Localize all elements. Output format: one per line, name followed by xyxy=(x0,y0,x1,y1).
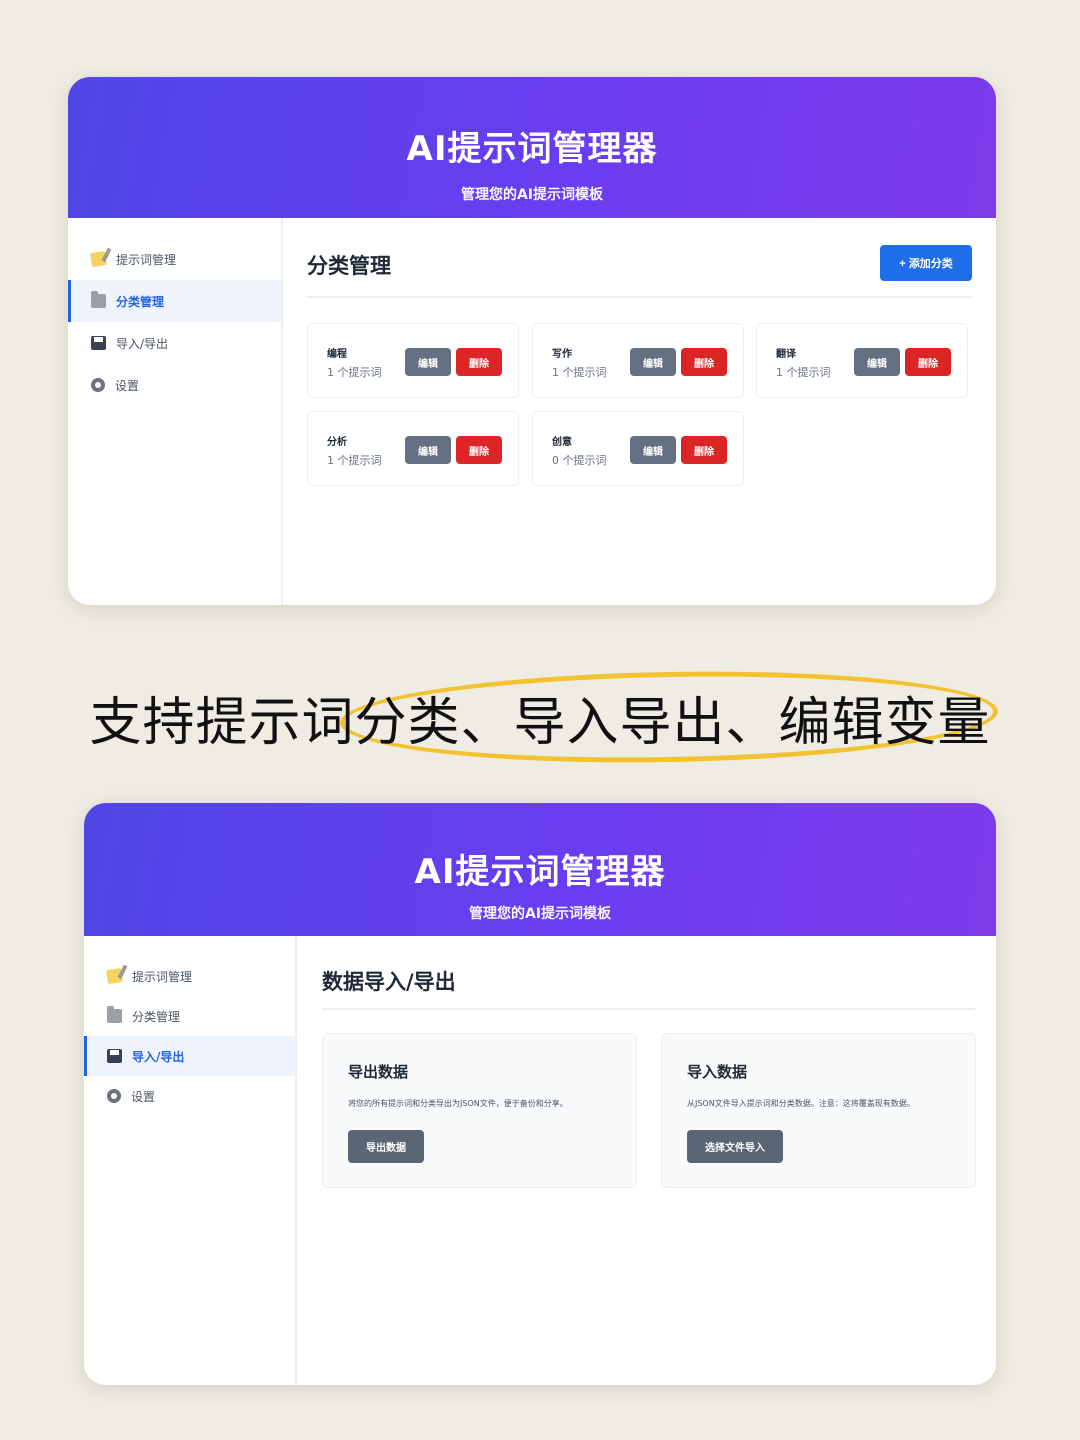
sidebar-item-settings[interactable]: 设置 xyxy=(68,364,281,406)
section-header: 数据导入/导出 xyxy=(322,936,975,1010)
sidebar-item-label: 设置 xyxy=(131,1089,156,1104)
sidebar-item-label: 提示词管理 xyxy=(116,252,177,267)
caption-text: 支持提示词分类、导入导出、编辑变量 xyxy=(89,693,991,753)
sidebar: 提示词管理 分类管理 导入/导出 设置 xyxy=(84,936,297,1385)
app-body: 提示词管理 分类管理 导入/导出 设置 数据导入/导出 导出数据 将您的所有提示… xyxy=(84,936,996,1385)
app-body: 提示词管理 分类管理 导入/导出 设置 分类管理 + 添加分类 编程 1 个提示… xyxy=(68,218,996,605)
import-description: 从JSON文件导入提示词和分类数据。注意：这将覆盖现有数据。 xyxy=(687,1099,915,1108)
sidebar-item-settings[interactable]: 设置 xyxy=(84,1076,295,1116)
edit-button[interactable]: 编辑 xyxy=(854,348,900,376)
page-title: 数据导入/导出 xyxy=(322,970,456,994)
import-title: 导入数据 xyxy=(687,1063,748,1081)
import-file-button[interactable]: 选择文件导入 xyxy=(687,1130,783,1163)
main-content: 分类管理 + 添加分类 编程 1 个提示词 编辑 删除 写作 1 个提示词 编辑… xyxy=(283,218,996,605)
category-name: 翻译 xyxy=(776,349,796,360)
sidebar-item-label: 导入/导出 xyxy=(132,1049,185,1064)
screenshot-import-export: AI提示词管理器 管理您的AI提示词模板 提示词管理 分类管理 导入/导出 设置 xyxy=(84,803,996,1385)
floppy-disk-icon xyxy=(107,1049,122,1063)
folder-icon xyxy=(107,1006,122,1023)
sidebar-item-import-export[interactable]: 导入/导出 xyxy=(84,1036,295,1076)
screenshot-category-management: AI提示词管理器 管理您的AI提示词模板 提示词管理 分类管理 导入/导出 设置 xyxy=(68,77,996,605)
app-title: AI提示词管理器 xyxy=(414,852,666,892)
app-subtitle: 管理您的AI提示词模板 xyxy=(460,187,604,203)
category-card: 写作 1 个提示词 编辑 删除 xyxy=(532,323,744,398)
category-card: 分析 1 个提示词 编辑 删除 xyxy=(307,411,519,486)
category-count: 1 个提示词 xyxy=(327,454,382,467)
memo-icon xyxy=(90,251,107,267)
category-count: 1 个提示词 xyxy=(776,366,831,379)
edit-button[interactable]: 编辑 xyxy=(405,436,451,464)
edit-button[interactable]: 编辑 xyxy=(630,436,676,464)
main-content: 数据导入/导出 导出数据 将您的所有提示词和分类导出为JSON文件，便于备份和分… xyxy=(297,936,996,1385)
edit-button[interactable]: 编辑 xyxy=(630,348,676,376)
export-card: 导出数据 将您的所有提示词和分类导出为JSON文件，便于备份和分享。 导出数据 xyxy=(322,1033,637,1188)
floppy-disk-icon xyxy=(91,336,106,350)
delete-button[interactable]: 删除 xyxy=(681,436,727,464)
app-header: AI提示词管理器 管理您的AI提示词模板 xyxy=(84,803,996,936)
sidebar-item-label: 设置 xyxy=(115,378,140,393)
sidebar-item-label: 导入/导出 xyxy=(116,336,169,351)
category-name: 写作 xyxy=(552,349,572,360)
sidebar-item-prompts[interactable]: 提示词管理 xyxy=(84,956,295,996)
section-header: 分类管理 + 添加分类 xyxy=(307,218,972,298)
app-title: AI提示词管理器 xyxy=(406,129,658,169)
sidebar-item-label: 提示词管理 xyxy=(132,969,193,984)
export-title: 导出数据 xyxy=(348,1063,409,1081)
category-count: 1 个提示词 xyxy=(327,366,382,379)
sidebar-item-import-export[interactable]: 导入/导出 xyxy=(68,322,281,364)
category-count: 0 个提示词 xyxy=(552,454,607,467)
delete-button[interactable]: 删除 xyxy=(456,436,502,464)
export-data-button[interactable]: 导出数据 xyxy=(348,1130,424,1163)
sidebar-item-label: 分类管理 xyxy=(132,1009,181,1024)
delete-button[interactable]: 删除 xyxy=(905,348,951,376)
folder-icon xyxy=(91,291,106,308)
page-title: 分类管理 xyxy=(307,254,391,278)
app-header: AI提示词管理器 管理您的AI提示词模板 xyxy=(68,77,996,218)
app-subtitle: 管理您的AI提示词模板 xyxy=(468,906,612,922)
gear-icon xyxy=(91,378,105,392)
add-category-button[interactable]: + 添加分类 xyxy=(880,245,972,281)
category-name: 编程 xyxy=(327,349,347,360)
sidebar-item-prompts[interactable]: 提示词管理 xyxy=(68,238,281,280)
delete-button[interactable]: 删除 xyxy=(681,348,727,376)
import-card: 导入数据 从JSON文件导入提示词和分类数据。注意：这将覆盖现有数据。 选择文件… xyxy=(661,1033,976,1188)
gear-icon xyxy=(107,1089,121,1103)
category-card: 编程 1 个提示词 编辑 删除 xyxy=(307,323,519,398)
memo-icon xyxy=(106,968,123,984)
sidebar: 提示词管理 分类管理 导入/导出 设置 xyxy=(68,218,283,605)
export-description: 将您的所有提示词和分类导出为JSON文件，便于备份和分享。 xyxy=(348,1099,568,1108)
sidebar-item-categories[interactable]: 分类管理 xyxy=(68,280,281,322)
edit-button[interactable]: 编辑 xyxy=(405,348,451,376)
delete-button[interactable]: 删除 xyxy=(456,348,502,376)
category-count: 1 个提示词 xyxy=(552,366,607,379)
category-card: 创意 0 个提示词 编辑 删除 xyxy=(532,411,744,486)
category-name: 分析 xyxy=(327,437,347,448)
sidebar-item-label: 分类管理 xyxy=(116,294,165,309)
sidebar-item-categories[interactable]: 分类管理 xyxy=(84,996,295,1036)
category-card: 翻译 1 个提示词 编辑 删除 xyxy=(756,323,968,398)
category-name: 创意 xyxy=(552,437,572,448)
